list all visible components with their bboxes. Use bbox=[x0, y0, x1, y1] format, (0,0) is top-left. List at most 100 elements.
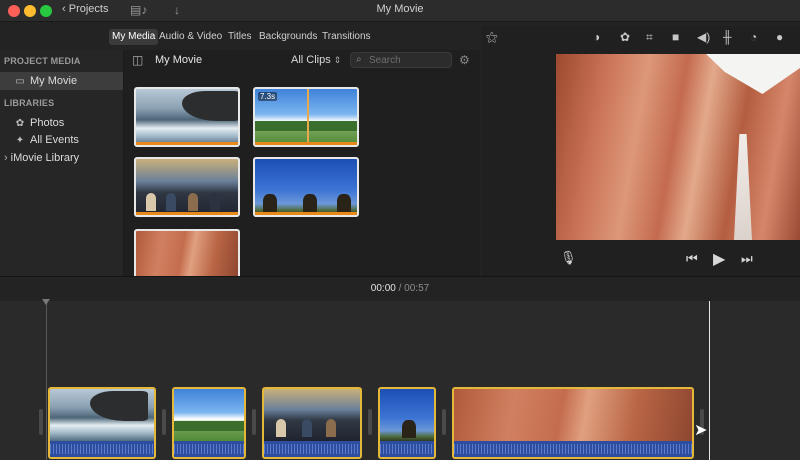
camera-icon[interactable]: ■ bbox=[672, 30, 679, 44]
viewer-panel: ⚝ ◑ ✿ ⌗ ■ ◀) ╫ ◔ ● 🎙︎ ⏮︎ ▶ ⏭︎ bbox=[482, 26, 800, 276]
tree-line bbox=[255, 121, 357, 131]
browser-title: My Movie bbox=[155, 54, 203, 66]
timeline-panel: 00:00 / 00:57 bbox=[0, 276, 800, 460]
skip-forward-icon[interactable]: ⏭︎ bbox=[741, 251, 753, 267]
project-media-header: PROJECT MEDIA bbox=[4, 56, 81, 66]
color-balance-icon[interactable]: ◑ bbox=[593, 30, 600, 44]
search-field[interactable]: ⌕ bbox=[350, 52, 452, 68]
chevron-updown-icon: ⇕ bbox=[333, 55, 342, 65]
clip-audio-waveform bbox=[454, 441, 692, 457]
tree-shape bbox=[303, 194, 317, 212]
clip-trim-handle[interactable] bbox=[368, 409, 372, 435]
clip-duration-badge: 7.3s bbox=[258, 92, 278, 101]
tab-backgrounds[interactable]: Backgrounds bbox=[256, 29, 320, 45]
rock-shape bbox=[90, 391, 148, 421]
clip-thumbnail-sky[interactable] bbox=[253, 157, 359, 217]
microphone-icon[interactable]: 🎙︎ bbox=[560, 250, 577, 266]
tab-titles[interactable]: Titles bbox=[225, 29, 255, 45]
sky-shape bbox=[706, 54, 800, 94]
libraries-header: LIBRARIES bbox=[4, 98, 55, 108]
skip-back-icon[interactable]: ⏮︎ bbox=[686, 251, 698, 267]
timeline-start-marker bbox=[42, 299, 50, 305]
clip-thumbnail-canyon[interactable] bbox=[134, 229, 240, 279]
search-input[interactable] bbox=[369, 54, 449, 66]
timeline-start-line bbox=[46, 301, 47, 460]
skimmer-line bbox=[307, 89, 309, 145]
waterfall-shape bbox=[734, 134, 752, 240]
title-bar: ‹ Projects ▤♪ ↓ My Movie bbox=[0, 0, 800, 22]
person-shape bbox=[146, 193, 156, 211]
clip-used-bar bbox=[255, 212, 357, 215]
tree-shape bbox=[337, 194, 351, 212]
clip-frame bbox=[174, 389, 244, 441]
sidebar-item-label: Photos bbox=[30, 117, 65, 129]
sidebar-item-label: All Events bbox=[30, 134, 79, 146]
mouse-pointer-icon: ➤ bbox=[694, 422, 708, 439]
speedometer-icon[interactable]: ◔ bbox=[750, 30, 757, 44]
media-tabs: My Media Audio & Video Titles Background… bbox=[0, 26, 480, 48]
clip-filter-dropdown[interactable]: All Clips ⇕ bbox=[291, 54, 341, 66]
sidebar-toggle-icon[interactable]: ◫ bbox=[132, 53, 143, 67]
sidebar-item-all-events[interactable]: ✦ All Events bbox=[0, 131, 123, 149]
sidebar-item-imovie-library[interactable]: › iMovie Library bbox=[0, 149, 123, 167]
time-separator: / bbox=[398, 283, 402, 294]
tab-audio-video[interactable]: Audio & Video bbox=[156, 29, 225, 45]
timeline-clip-crowd[interactable] bbox=[262, 387, 362, 459]
clip-frame bbox=[264, 389, 360, 441]
gear-icon[interactable]: ⚙ bbox=[459, 53, 470, 67]
browser-toolbar: ◫ My Movie All Clips ⇕ ⌕ ⚙ bbox=[124, 50, 480, 70]
clip-thumbnail-crowd[interactable] bbox=[134, 157, 240, 217]
sidebar-item-photos[interactable]: ✿ Photos bbox=[0, 114, 123, 132]
play-icon[interactable]: ▶ bbox=[713, 249, 725, 269]
sidebar-item-my-movie[interactable]: ▭ My Movie bbox=[0, 72, 123, 90]
clip-audio-waveform bbox=[174, 441, 244, 457]
current-time: 00:00 bbox=[370, 283, 396, 294]
star-icon: ✦ bbox=[15, 135, 25, 146]
tree-shape bbox=[263, 194, 277, 212]
speaker-icon[interactable]: ◀) bbox=[697, 30, 710, 44]
tree-line bbox=[174, 421, 244, 431]
clip-thumbnail-park[interactable]: 7.3s bbox=[253, 87, 359, 147]
person-shape bbox=[166, 193, 176, 211]
clip-frame bbox=[50, 389, 154, 441]
clip-filter-label: All Clips bbox=[291, 54, 331, 66]
tab-transitions[interactable]: Transitions bbox=[319, 29, 374, 45]
chevron-right-icon: › bbox=[4, 152, 8, 164]
total-time: 00:57 bbox=[404, 283, 430, 294]
clip-thumbnail-ocean[interactable] bbox=[134, 87, 240, 147]
clip-audio-waveform bbox=[380, 441, 434, 457]
media-browser: ◫ My Movie All Clips ⇕ ⌕ ⚙ 7.3s bbox=[124, 50, 480, 279]
person-shape bbox=[210, 193, 220, 211]
clip-filter-icon[interactable]: ● bbox=[776, 30, 783, 44]
clip-frame bbox=[454, 389, 692, 441]
magic-wand-icon[interactable]: ⚝ bbox=[486, 30, 498, 45]
clip-trim-handle[interactable] bbox=[442, 409, 446, 435]
tab-my-media[interactable]: My Media bbox=[109, 29, 159, 45]
clip-trim-handle[interactable] bbox=[162, 409, 166, 435]
sidebar-item-label: iMovie Library bbox=[10, 152, 80, 164]
timeline-playhead[interactable] bbox=[709, 301, 710, 460]
clip-audio-waveform bbox=[50, 441, 154, 457]
library-sidebar: PROJECT MEDIA ▭ My Movie LIBRARIES ✿ Photo… bbox=[0, 50, 124, 276]
clip-audio-waveform bbox=[264, 441, 360, 457]
timecode-display: 00:00 / 00:57 bbox=[0, 283, 800, 294]
timeline-clip-ocean[interactable] bbox=[48, 387, 156, 459]
timeline-clip-sky[interactable] bbox=[378, 387, 436, 459]
timeline-clip-park[interactable] bbox=[172, 387, 246, 459]
search-icon: ⌕ bbox=[356, 54, 362, 65]
window-title: My Movie bbox=[376, 3, 424, 15]
person-shape bbox=[188, 193, 198, 211]
clip-frame bbox=[380, 389, 434, 441]
timeline-clip-canyon[interactable] bbox=[452, 387, 694, 459]
clip-used-bar bbox=[136, 212, 238, 215]
clip-trim-handle[interactable] bbox=[252, 409, 256, 435]
crop-icon[interactable]: ⌗ bbox=[646, 30, 653, 45]
clip-used-bar bbox=[136, 142, 238, 145]
equalizer-icon[interactable]: ╫ bbox=[723, 30, 732, 44]
clip-trim-handle[interactable] bbox=[39, 409, 43, 435]
clip-used-bar bbox=[255, 142, 357, 145]
video-preview bbox=[556, 54, 800, 240]
palette-icon[interactable]: ✿ bbox=[620, 30, 630, 44]
film-icon: ▭ bbox=[15, 76, 25, 87]
sidebar-item-label: My Movie bbox=[30, 75, 78, 87]
